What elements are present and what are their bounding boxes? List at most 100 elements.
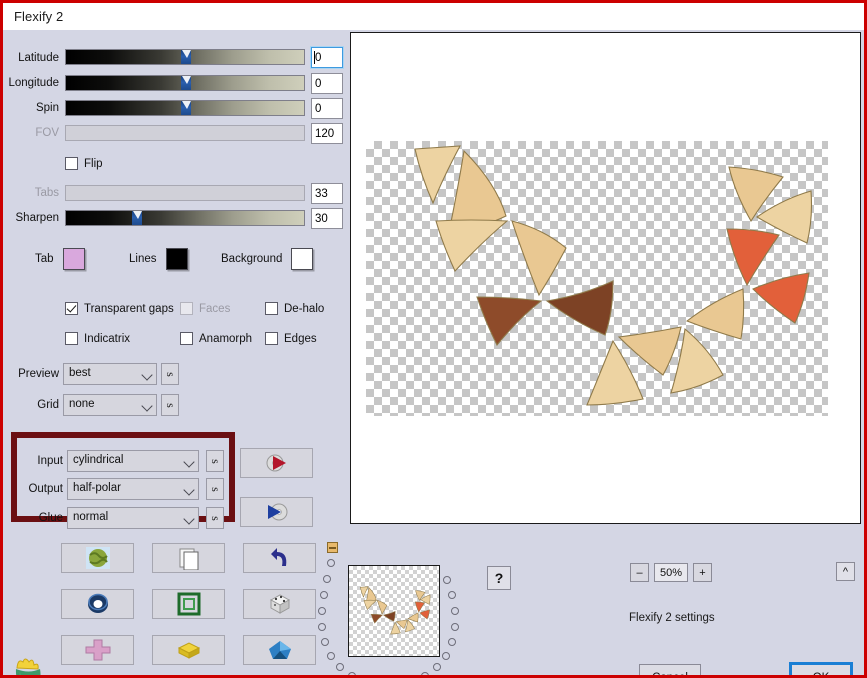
torus-button[interactable] [61,589,134,619]
color-row-lines: Lines [129,248,188,270]
reset-button-preview[interactable]: s [161,363,179,385]
dropdown-output[interactable]: half-polar [67,478,199,500]
checkbox-anamorph[interactable]: Anamorph [180,332,252,345]
reset-button-output[interactable]: s [206,478,224,500]
polyhedron-button[interactable] [243,635,316,665]
checkbox-indicatrix[interactable]: Indicatrix [65,332,130,345]
value-input-sharpen[interactable]: 30 [311,208,343,229]
preview-canvas[interactable] [350,32,861,524]
value-input-longitude[interactable]: 0 [311,73,343,94]
dial-dot[interactable] [443,576,451,584]
checkbox-flip[interactable]: Flip [65,157,103,170]
color-swatch-background[interactable] [291,248,314,270]
dial-dot[interactable] [348,672,356,675]
square-frame-button[interactable] [152,589,225,619]
color-swatch-tab[interactable] [62,248,85,270]
dial-dot[interactable] [451,607,459,615]
globe-icon [85,547,110,569]
dropdown-glue[interactable]: normal [67,507,199,529]
dial-dot[interactable] [323,575,331,583]
checkbox-box-edges [265,332,278,345]
reset-icon-output: s [208,486,223,492]
ok-button[interactable]: OK [789,662,853,675]
dial-dot[interactable] [448,591,456,599]
slider-label-fov: FOV [35,127,59,139]
checkbox-edges[interactable]: Edges [265,332,317,345]
yellow-block-icon [177,642,200,659]
dropdown-grid[interactable]: none [63,394,157,416]
value-input-tabs[interactable]: 33 [311,183,343,204]
cancel-button[interactable]: Cancel [639,664,701,675]
dial-dot[interactable] [327,652,335,660]
undo-arrow-icon [270,548,286,566]
dropdown-preview[interactable]: best [63,363,157,385]
dial-dot[interactable] [318,623,326,631]
zoom-level-value[interactable]: 50% [654,563,688,582]
dial-dot[interactable] [320,591,328,599]
slider-thumb-sharpen[interactable] [132,211,142,225]
slider-fov [65,125,305,141]
reset-button-grid[interactable]: s [161,394,179,416]
chevron-down-icon [183,456,195,468]
red-play-disc-icon [266,454,286,472]
reset-button-input[interactable]: s [206,450,224,472]
zoom-out-button[interactable]: – [630,563,649,582]
dial-dot[interactable] [318,607,326,615]
checkbox-de-halo[interactable]: De-halo [265,302,324,315]
slider-thumb-longitude[interactable] [181,76,191,90]
dial-dot[interactable] [451,623,459,631]
checkbox-label-transparent-gaps: Transparent gaps [84,302,174,315]
slider-thumb-spin[interactable] [181,101,191,115]
dropdown-label-output: Output [28,483,63,495]
dice-button[interactable] [243,589,316,619]
dial-dot[interactable] [421,672,429,675]
checkbox-label-flip: Flip [84,157,103,170]
slider-label-longitude: Longitude [8,77,59,89]
slider-sharpen[interactable] [65,210,305,226]
color-swatch-lines[interactable] [165,248,188,270]
dial-dot[interactable] [336,663,344,671]
dial-marker-icon[interactable] [327,542,338,553]
new-page-button[interactable] [152,543,225,573]
dial-dot[interactable] [433,663,441,671]
page-icon [179,548,198,570]
dial-dot[interactable] [321,638,329,646]
globe-button[interactable] [61,543,134,573]
slider-spin[interactable] [65,100,305,116]
slider-longitude[interactable] [65,75,305,91]
cross-button[interactable] [61,635,134,665]
dropdown-input[interactable]: cylindrical [67,450,199,472]
green-square-icon [177,592,200,616]
checkbox-box-flip [65,157,78,170]
load-settings-button[interactable] [240,497,313,527]
dropdown-label-input: Input [37,455,63,467]
question-mark-icon: ? [494,570,504,586]
value-input-latitude[interactable]: 0 [310,46,344,69]
blue-polyhedron-icon [268,641,291,659]
checkbox-transparent-gaps[interactable]: Transparent gaps [65,302,174,315]
dial-dot[interactable] [448,638,456,646]
reset-button-glue[interactable]: s [206,507,224,529]
preview-thumbnail[interactable] [348,565,440,657]
dial-dot[interactable] [327,559,335,567]
title-bar: Flexify 2 [3,3,864,30]
value-input-fov[interactable]: 120 [311,123,343,144]
dial-dot[interactable] [442,652,450,660]
window-body: Latitude 0 Longitude 0 Spin 0 FOV 120 Fl… [3,30,864,675]
chevron-up-icon: ^ [842,565,849,578]
undo-button[interactable] [243,543,316,573]
block-button[interactable] [152,635,225,665]
help-button[interactable]: ? [487,566,511,590]
dropdown-value-input: cylindrical [73,454,124,466]
slider-latitude[interactable] [65,49,305,65]
reset-icon-preview: s [163,371,178,377]
save-settings-button[interactable] [240,448,313,478]
flame-logo-icon [15,658,41,675]
color-row-tab: Tab [35,248,85,270]
chevron-down-icon [141,400,153,412]
collapse-panel-button[interactable]: ^ [836,562,855,581]
zoom-in-button[interactable]: + [693,563,712,582]
slider-label-tabs: Tabs [34,187,59,199]
slider-thumb-latitude[interactable] [181,50,191,64]
value-input-spin[interactable]: 0 [311,98,343,119]
